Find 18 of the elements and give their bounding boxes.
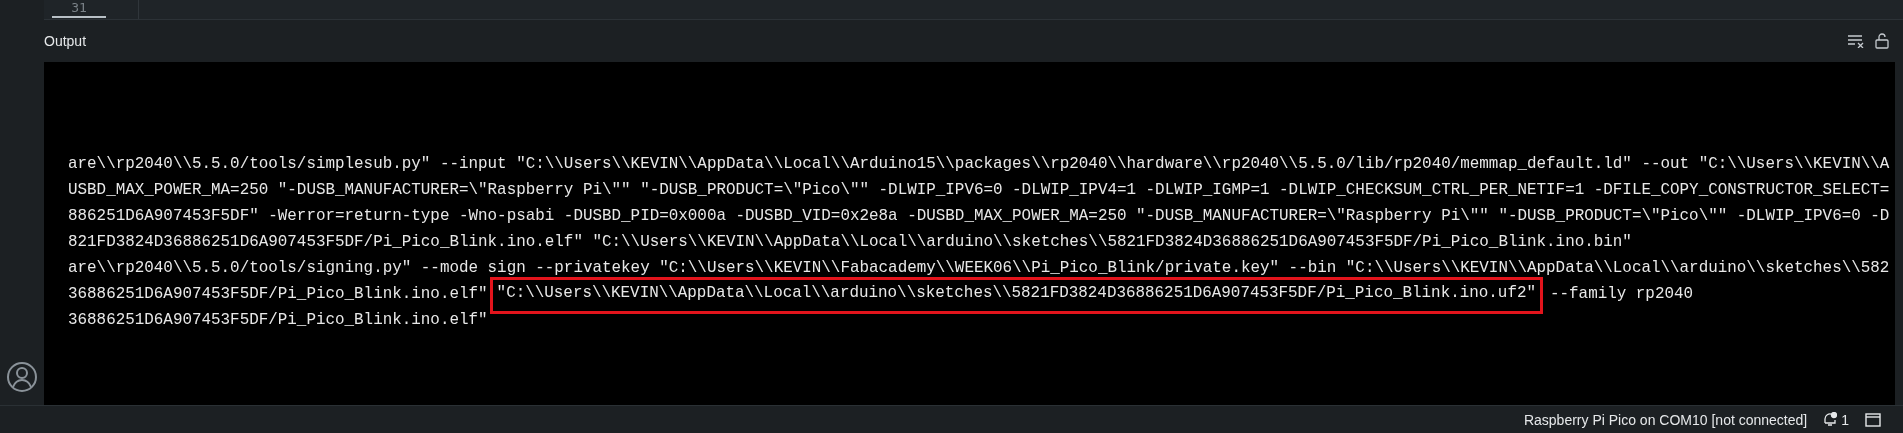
output-line: 821FD3824D36886251D6A907453F5DF/Pi_Pico_Blink.ino.elf" "C:\\Users\\KEVIN\\AppData\\Local\\arduino\\sketches\\5821FD3824D36886251D6A907453F5DF/Pi_Pico_Blink.ino.bin" xyxy=(68,232,1632,253)
line-number: 31 xyxy=(52,0,106,18)
output-line: --family rp2040 xyxy=(1550,284,1694,305)
bell-icon xyxy=(1823,412,1838,427)
clear-output-icon[interactable] xyxy=(1847,34,1865,48)
output-line: USBD_MAX_POWER_MA=250 "-DUSB_MANUFACTURER=\"Raspberry Pi\"" "-DUSB_PRODUCT=\"Pico\"" -DLWIP_IPV6=0 -DLWIP_IPV4=1 -DLWIP_IGMP=1 -DLWIP_CHECKSUM_CTRL_PER_NETIF=1 -DFILE_COPY_CONSTRUCTOR_SELECT= xyxy=(68,180,1890,201)
output-line: 36886251D6A907453F5DF/Pi_Pico_Blink.ino.elf" xyxy=(68,284,488,305)
output-line: 36886251D6A907453F5DF/Pi_Pico_Blink.ino.elf" xyxy=(68,310,488,331)
unlock-icon[interactable] xyxy=(1875,33,1889,49)
output-line: 886251D6A907453F5DF" -Werror=return-type -Wno-psabi -DUSBD_PID=0x000a -DUSBD_VID=0x2e8a -DUSBD_MAX_POWER_MA=250 "-DUSB_MANUFACTURER=\"Raspberry Pi\"" "-DUSB_PRODUCT=\"Pico\"" -DLWIP_IPV6=0 -D xyxy=(68,206,1890,227)
output-line: are\\rp2040\\5.5.0/tools/simplesub.py" --input "C:\\Users\\KEVIN\\AppData\\Local\\Arduino15\\packages\\rp2040\\hardware\\rp2040\\5.5.0/lib/rp2040/memmap_default.ld" --out "C:\\Users\\KEVIN\\A xyxy=(68,154,1890,175)
panel-layout-icon[interactable] xyxy=(1865,412,1881,427)
panel-title: Output xyxy=(44,33,87,49)
board-status[interactable]: Raspberry Pi Pico on COM10 [not connected] xyxy=(1523,411,1808,428)
account-icon[interactable] xyxy=(6,361,38,393)
notifications-button[interactable]: 1 xyxy=(1823,411,1849,428)
highlighted-output-text: "C:\\Users\\KEVIN\\AppData\\Local\\arduino\\sketches\\5821FD3824D36886251D6A907453F5DF/Pi_Pico_Blink.ino.uf2" xyxy=(489,277,1543,314)
output-line: are\\rp2040\\5.5.0/tools/signing.py" --mode sign --privatekey "C:\\Users\\KEVIN\\Fabacademy\\WEEK06\\Pi_Pico_Blink/private.key" --bin "C:\\Users\\KEVIN\\AppData\\Local\\arduino\\sketches\\582 xyxy=(68,258,1890,279)
